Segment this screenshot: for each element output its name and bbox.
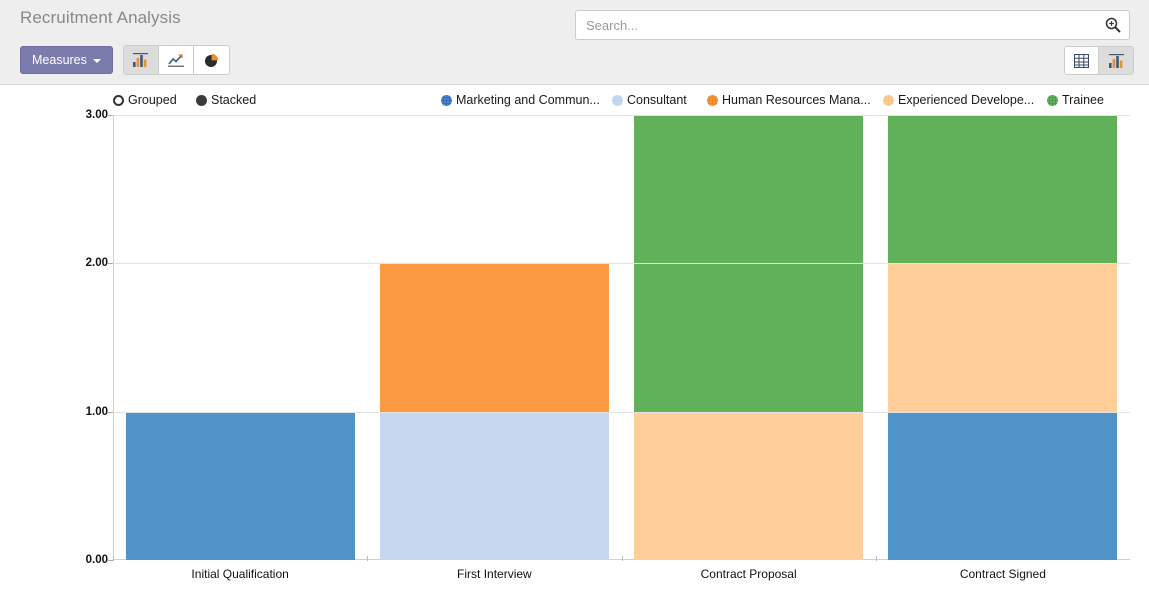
gridline bbox=[113, 411, 1130, 413]
mode-toggle-label: Stacked bbox=[211, 93, 257, 107]
y-axis-tick-label: 2.00 bbox=[85, 257, 108, 270]
x-axis-tick-label: Contract Signed bbox=[959, 567, 1046, 581]
x-axis-tick-label: Initial Qualification bbox=[191, 567, 289, 581]
graph-container: Grouped Stacked Marketing and Commun... Con… bbox=[0, 86, 1149, 610]
legend-swatch-icon bbox=[1047, 94, 1058, 106]
legend-swatch-icon bbox=[883, 94, 894, 106]
legend-label: Experienced Develope... bbox=[898, 93, 1035, 107]
graph-view-page: Recruitment Analysis Measures Search... … bbox=[0, 0, 1149, 610]
legend-swatch-icon bbox=[707, 94, 718, 106]
x-axis-tick bbox=[367, 556, 369, 561]
gridline bbox=[113, 115, 1130, 116]
mode-toggle-grouped[interactable]: Grouped bbox=[113, 91, 177, 109]
legend-label: Consultant bbox=[627, 93, 687, 107]
chart-legend: Grouped Stacked Marketing and Commun... Con… bbox=[0, 91, 1149, 111]
legend-label: Marketing and Commun... bbox=[456, 93, 600, 107]
legend-swatch-icon bbox=[441, 94, 452, 106]
pivot-view-button[interactable] bbox=[1065, 47, 1099, 74]
bar-group bbox=[125, 115, 355, 560]
breadcrumb: Recruitment Analysis bbox=[20, 6, 181, 30]
chart-controls: Measures bbox=[20, 45, 230, 75]
x-axis-tick-label: Contract Proposal bbox=[700, 567, 797, 581]
gridline bbox=[113, 263, 1130, 265]
y-axis-tick-label: 1.00 bbox=[85, 405, 108, 418]
page-title: Recruitment Analysis bbox=[20, 8, 181, 27]
legend-item[interactable]: Marketing and Commun... bbox=[441, 91, 600, 109]
bar-segment[interactable] bbox=[379, 411, 609, 560]
plot-area: 0.00 1.00 2.00 3.00 Initial Qualification Fi… bbox=[86, 109, 1130, 581]
bar-group bbox=[379, 115, 609, 560]
bar-chart-icon bbox=[1108, 53, 1124, 68]
bar-segment[interactable] bbox=[888, 115, 1118, 264]
legend-item[interactable]: Consultant bbox=[612, 91, 687, 109]
y-axis-tick bbox=[108, 411, 113, 413]
bar-segment[interactable] bbox=[379, 263, 609, 412]
table-icon bbox=[1074, 53, 1089, 68]
x-axis-tick bbox=[621, 556, 623, 561]
mode-toggle-stacked[interactable]: Stacked bbox=[196, 91, 256, 109]
x-axis-tick-label: First Interview bbox=[457, 567, 532, 581]
bar-segment[interactable] bbox=[125, 411, 355, 560]
measures-button[interactable]: Measures bbox=[20, 46, 113, 74]
bar-group bbox=[888, 115, 1118, 560]
legend-swatch-icon bbox=[612, 94, 623, 106]
y-axis-tick-label: 3.00 bbox=[85, 109, 108, 121]
chart-type-group bbox=[122, 45, 230, 75]
bar-group bbox=[634, 115, 864, 560]
search-input[interactable] bbox=[576, 12, 1100, 38]
radio-selected-icon bbox=[196, 94, 207, 106]
line-chart-button[interactable] bbox=[158, 46, 194, 74]
legend-label: Trainee bbox=[1062, 93, 1104, 107]
chevron-down-icon bbox=[92, 59, 101, 63]
view-switcher bbox=[1064, 46, 1134, 75]
legend-item[interactable]: Trainee bbox=[1047, 91, 1104, 109]
bar-segment[interactable] bbox=[634, 411, 864, 560]
y-axis-tick bbox=[108, 263, 113, 265]
pie-chart-button[interactable] bbox=[193, 46, 229, 74]
graph-view-button[interactable] bbox=[1099, 47, 1133, 74]
search-plus-icon[interactable] bbox=[1100, 12, 1126, 38]
legend-item[interactable]: Experienced Develope... bbox=[883, 91, 1034, 109]
bar-segment[interactable] bbox=[888, 263, 1118, 412]
legend-item[interactable]: Human Resources Mana... bbox=[707, 91, 871, 109]
bar-chart-button[interactable] bbox=[123, 46, 159, 74]
mode-toggle-label: Grouped bbox=[128, 93, 177, 107]
search-field[interactable] bbox=[575, 10, 1130, 40]
control-panel: Recruitment Analysis Measures bbox=[0, 0, 1149, 85]
bars-layer bbox=[113, 115, 1130, 560]
x-axis-tick bbox=[113, 556, 114, 561]
legend-label: Human Resources Mana... bbox=[722, 93, 871, 107]
x-axis-tick bbox=[875, 556, 877, 561]
bar-segment[interactable] bbox=[888, 411, 1118, 560]
line-chart-icon bbox=[167, 54, 184, 67]
y-axis-tick-label: 0.00 bbox=[85, 554, 108, 566]
pie-chart-icon bbox=[204, 53, 219, 67]
y-axis-tick bbox=[108, 115, 113, 116]
measures-label: Measures bbox=[32, 53, 87, 67]
bar-chart-icon bbox=[133, 53, 149, 67]
radio-unselected-icon bbox=[113, 94, 124, 106]
